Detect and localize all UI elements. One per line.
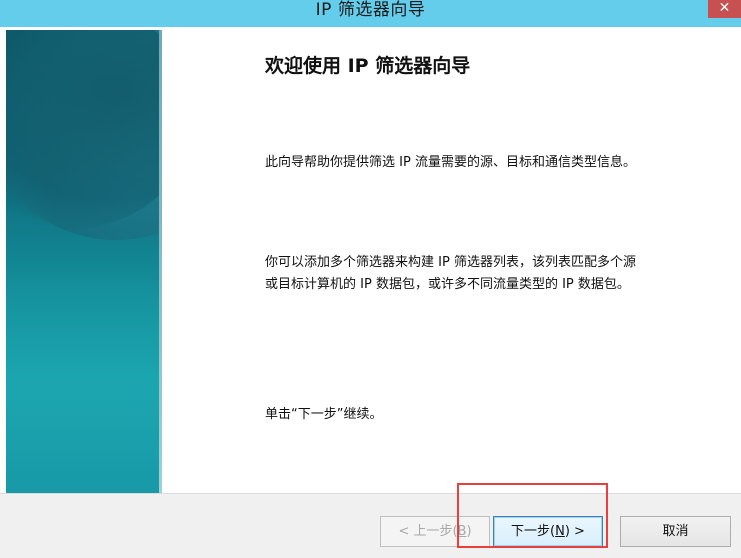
window-title: IP 筛选器向导 <box>315 0 426 20</box>
banner-glow <box>6 260 162 493</box>
wizard-heading: 欢迎使用 IP 筛选器向导 <box>265 55 471 77</box>
wizard-intro-text: 此向导帮助你提供筛选 IP 流量需要的源、目标和通信类型信息。 <box>265 155 636 170</box>
wizard-continue-hint: 单击“下一步”继续。 <box>265 407 383 422</box>
banner-edge <box>159 30 162 493</box>
wizard-description-line1: 你可以添加多个筛选器来构建 IP 筛选器列表，该列表匹配多个源 <box>265 255 636 270</box>
back-button-label: < 上一步( <box>398 524 458 539</box>
wizard-side-banner <box>6 30 162 493</box>
cancel-button[interactable]: 取消 <box>620 516 731 547</box>
next-button-highlight-box <box>457 483 608 548</box>
footer-divider <box>0 493 741 494</box>
wizard-description-line2: 或目标计算机的 IP 数据包，或许多不同流量类型的 IP 数据包。 <box>265 277 630 292</box>
banner-arc-shadow <box>6 30 162 230</box>
close-button[interactable]: ✕ <box>708 0 741 18</box>
